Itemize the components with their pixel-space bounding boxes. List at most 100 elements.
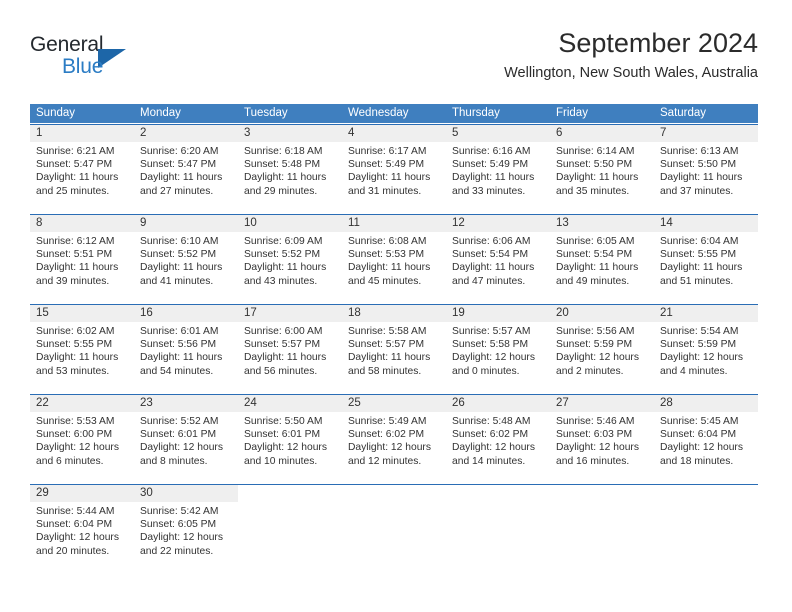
day-cell[interactable]: 26 Sunrise: 5:48 AM Sunset: 6:02 PM Dayligh…: [446, 395, 550, 477]
day-cell[interactable]: 19 Sunrise: 5:57 AM Sunset: 5:58 PM Dayligh…: [446, 305, 550, 387]
day-cell[interactable]: 17 Sunrise: 6:00 AM Sunset: 5:57 PM Dayligh…: [238, 305, 342, 387]
day-cell[interactable]: 13 Sunrise: 6:05 AM Sunset: 5:54 PM Dayligh…: [550, 215, 654, 297]
page-header: General Blue September 2024 Wellington, …: [30, 28, 758, 96]
day-number-band: 12: [446, 215, 550, 232]
calendar-page: General Blue September 2024 Wellington, …: [0, 0, 792, 612]
sunset-line: Sunset: 6:02 PM: [452, 429, 529, 441]
sunset-line: Sunset: 6:05 PM: [140, 519, 217, 531]
day-number-band: [446, 485, 550, 502]
day-cell[interactable]: 6 Sunrise: 6:14 AM Sunset: 5:50 PM Daylight…: [550, 125, 654, 207]
day-number: 26: [452, 397, 465, 409]
day-cell[interactable]: 15 Sunrise: 6:02 AM Sunset: 5:55 PM Dayligh…: [30, 305, 134, 387]
day-detail-block: Sunrise: 5:46 AM Sunset: 6:03 PM Daylight:…: [550, 412, 654, 468]
daylight-line-cont: and 51 minutes.: [660, 275, 734, 287]
daylight-line: Daylight: 12 hours: [556, 442, 639, 454]
weekday-header-row: Sunday Monday Tuesday Wednesday Thursday…: [30, 104, 758, 123]
sunset-line: Sunset: 5:48 PM: [244, 159, 321, 171]
sunrise-line: Sunrise: 6:02 AM: [36, 326, 115, 337]
day-detail-block: Sunrise: 5:48 AM Sunset: 6:02 PM Daylight:…: [446, 412, 550, 468]
day-detail-block: Sunrise: 5:50 AM Sunset: 6:01 PM Daylight:…: [238, 412, 342, 468]
sunset-line: Sunset: 5:52 PM: [244, 249, 321, 261]
daylight-line: Daylight: 11 hours: [140, 262, 223, 274]
day-cell[interactable]: 22 Sunrise: 5:53 AM Sunset: 6:00 PM Dayligh…: [30, 395, 134, 477]
sunset-line: Sunset: 6:00 PM: [36, 429, 113, 441]
day-detail-block: Sunrise: 5:42 AM Sunset: 6:05 PM Daylight:…: [134, 502, 238, 558]
day-cell[interactable]: 29 Sunrise: 5:44 AM Sunset: 6:04 PM Dayligh…: [30, 485, 134, 567]
daylight-line-cont: and 22 minutes.: [140, 545, 214, 557]
daylight-line: Daylight: 12 hours: [140, 442, 223, 454]
daylight-line: Daylight: 12 hours: [452, 442, 535, 454]
day-cell[interactable]: 11 Sunrise: 6:08 AM Sunset: 5:53 PM Dayligh…: [342, 215, 446, 297]
sunset-line: Sunset: 5:54 PM: [556, 249, 633, 261]
day-cell[interactable]: 8 Sunrise: 6:12 AM Sunset: 5:51 PM Daylight…: [30, 215, 134, 297]
daylight-line-cont: and 31 minutes.: [348, 185, 422, 197]
day-cell[interactable]: 16 Sunrise: 6:01 AM Sunset: 5:56 PM Dayligh…: [134, 305, 238, 387]
day-cell[interactable]: 3 Sunrise: 6:18 AM Sunset: 5:48 PM Daylight…: [238, 125, 342, 207]
calendar-grid: Sunday Monday Tuesday Wednesday Thursday…: [30, 104, 758, 567]
day-detail-block: Sunrise: 6:04 AM Sunset: 5:55 PM Daylight:…: [654, 232, 758, 288]
day-number: 29: [36, 487, 49, 499]
sunset-line: Sunset: 5:59 PM: [660, 339, 737, 351]
weekday-header-friday: Friday: [556, 107, 588, 119]
day-number: 16: [140, 307, 153, 319]
day-cell[interactable]: 5 Sunrise: 6:16 AM Sunset: 5:49 PM Daylight…: [446, 125, 550, 207]
day-number-band: 2: [134, 125, 238, 142]
page-title: September 2024: [558, 28, 758, 58]
daylight-line-cont: and 4 minutes.: [660, 365, 728, 377]
day-detail-block: Sunrise: 6:16 AM Sunset: 5:49 PM Daylight:…: [446, 142, 550, 198]
day-detail-block: Sunrise: 5:58 AM Sunset: 5:57 PM Daylight:…: [342, 322, 446, 378]
day-cell[interactable]: 4 Sunrise: 6:17 AM Sunset: 5:49 PM Daylight…: [342, 125, 446, 207]
day-cell[interactable]: 7 Sunrise: 6:13 AM Sunset: 5:50 PM Daylight…: [654, 125, 758, 207]
sunset-line: Sunset: 5:57 PM: [244, 339, 321, 351]
day-cell[interactable]: 25 Sunrise: 5:49 AM Sunset: 6:02 PM Dayligh…: [342, 395, 446, 477]
day-cell[interactable]: 1 Sunrise: 6:21 AM Sunset: 5:47 PM Daylight…: [30, 125, 134, 207]
day-number-band: 27: [550, 395, 654, 412]
day-number: 18: [348, 307, 361, 319]
day-detail-block: Sunrise: 6:21 AM Sunset: 5:47 PM Daylight:…: [30, 142, 134, 198]
sunrise-line: Sunrise: 6:18 AM: [244, 146, 323, 157]
day-cell[interactable]: 18 Sunrise: 5:58 AM Sunset: 5:57 PM Dayligh…: [342, 305, 446, 387]
day-detail-block: Sunrise: 6:20 AM Sunset: 5:47 PM Daylight:…: [134, 142, 238, 198]
day-cell[interactable]: 28 Sunrise: 5:45 AM Sunset: 6:04 PM Dayligh…: [654, 395, 758, 477]
day-number-band: 25: [342, 395, 446, 412]
day-cell[interactable]: 14 Sunrise: 6:04 AM Sunset: 5:55 PM Dayligh…: [654, 215, 758, 297]
day-cell[interactable]: 2 Sunrise: 6:20 AM Sunset: 5:47 PM Daylight…: [134, 125, 238, 207]
sunrise-line: Sunrise: 5:57 AM: [452, 326, 531, 337]
day-cell[interactable]: 27 Sunrise: 5:46 AM Sunset: 6:03 PM Dayligh…: [550, 395, 654, 477]
daylight-line-cont: and 33 minutes.: [452, 185, 526, 197]
daylight-line-cont: and 6 minutes.: [36, 455, 104, 467]
sunset-line: Sunset: 5:50 PM: [660, 159, 737, 171]
sunrise-line: Sunrise: 5:46 AM: [556, 416, 635, 427]
sunrise-line: Sunrise: 6:09 AM: [244, 236, 323, 247]
day-number: 13: [556, 217, 569, 229]
day-detail-block: Sunrise: 6:14 AM Sunset: 5:50 PM Daylight:…: [550, 142, 654, 198]
day-number-band: 15: [30, 305, 134, 322]
sunset-line: Sunset: 6:01 PM: [244, 429, 321, 441]
sunset-line: Sunset: 5:47 PM: [36, 159, 113, 171]
calendar-week-row: 29 Sunrise: 5:44 AM Sunset: 6:04 PM Dayligh…: [30, 484, 758, 567]
sunset-line: Sunset: 5:49 PM: [348, 159, 425, 171]
daylight-line: Daylight: 11 hours: [36, 262, 119, 274]
daylight-line-cont: and 49 minutes.: [556, 275, 630, 287]
day-cell[interactable]: 20 Sunrise: 5:56 AM Sunset: 5:59 PM Dayligh…: [550, 305, 654, 387]
day-cell[interactable]: 30 Sunrise: 5:42 AM Sunset: 6:05 PM Dayligh…: [134, 485, 238, 567]
sunrise-line: Sunrise: 5:56 AM: [556, 326, 635, 337]
daylight-line-cont: and 2 minutes.: [556, 365, 624, 377]
day-cell[interactable]: 10 Sunrise: 6:09 AM Sunset: 5:52 PM Dayligh…: [238, 215, 342, 297]
day-number-band: 8: [30, 215, 134, 232]
day-cell[interactable]: 9 Sunrise: 6:10 AM Sunset: 5:52 PM Daylight…: [134, 215, 238, 297]
sunset-line: Sunset: 5:57 PM: [348, 339, 425, 351]
day-number-band: [550, 485, 654, 502]
day-cell[interactable]: 21 Sunrise: 5:54 AM Sunset: 5:59 PM Dayligh…: [654, 305, 758, 387]
sunset-line: Sunset: 5:56 PM: [140, 339, 217, 351]
day-cell[interactable]: 24 Sunrise: 5:50 AM Sunset: 6:01 PM Dayligh…: [238, 395, 342, 477]
day-cell[interactable]: 23 Sunrise: 5:52 AM Sunset: 6:01 PM Dayligh…: [134, 395, 238, 477]
day-number-band: [238, 485, 342, 502]
day-detail-block: Sunrise: 6:00 AM Sunset: 5:57 PM Daylight:…: [238, 322, 342, 378]
day-number: 21: [660, 307, 673, 319]
daylight-line: Daylight: 11 hours: [244, 172, 327, 184]
day-cell[interactable]: 12 Sunrise: 6:06 AM Sunset: 5:54 PM Dayligh…: [446, 215, 550, 297]
weekday-header-monday: Monday: [140, 107, 181, 119]
day-number: 8: [36, 217, 43, 229]
day-number: 15: [36, 307, 49, 319]
